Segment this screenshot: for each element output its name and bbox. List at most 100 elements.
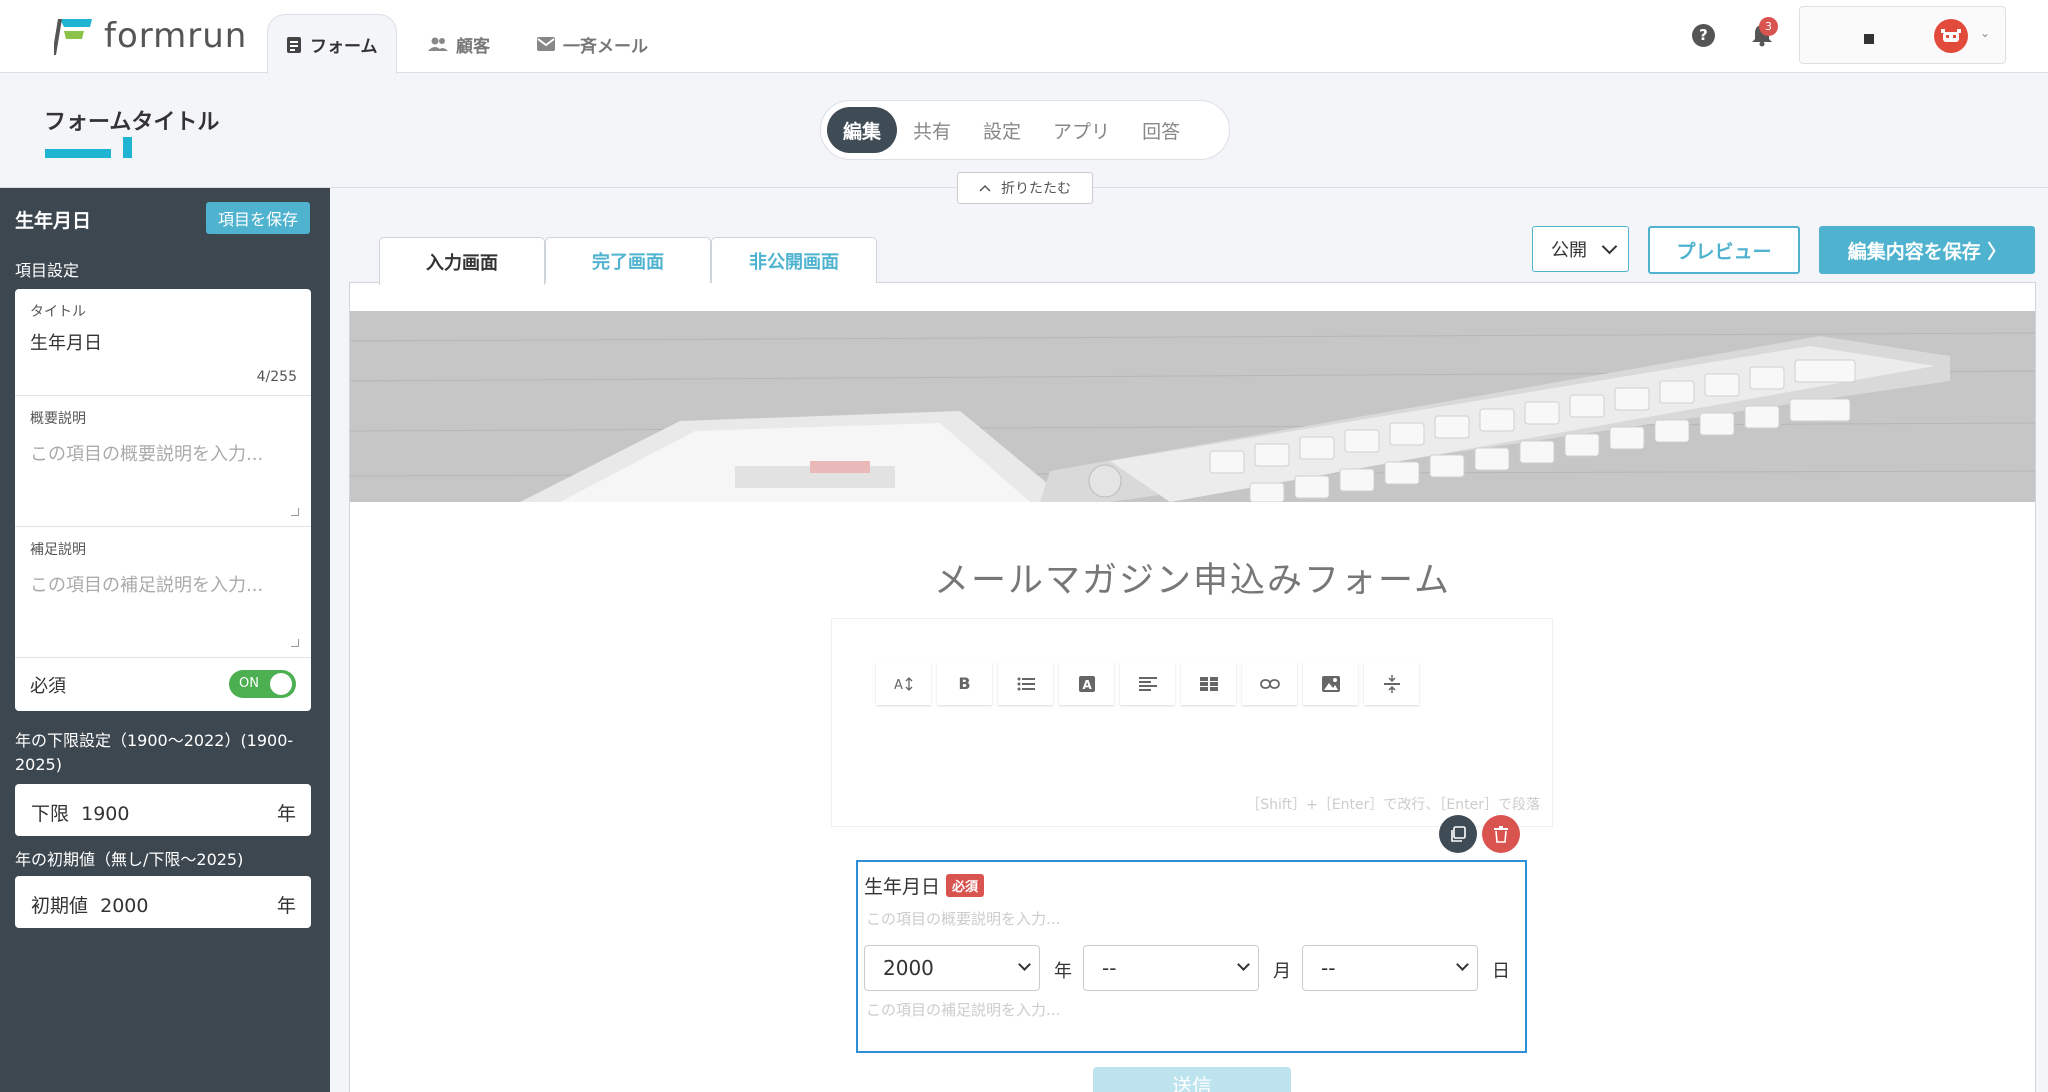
required-badge: 必須 (946, 874, 985, 897)
formrun-logo-icon (54, 19, 92, 55)
avatar (1934, 19, 1968, 53)
visibility-value: 公開 (1551, 240, 1587, 261)
summary-field-label: 概要説明 (30, 411, 86, 427)
align-icon[interactable] (1120, 662, 1175, 705)
field-summary-placeholder: この項目の概要説明を入力... (866, 910, 1061, 928)
nav-tab-label: 顧客 (456, 36, 490, 57)
save-edits-button[interactable]: 編集内容を保存 〉 (1819, 226, 2035, 274)
chevron-down-icon: ⌄ (1980, 26, 1991, 40)
year-unit-label: 年 (1054, 961, 1072, 982)
link-icon[interactable] (1242, 662, 1297, 705)
summary-field-placeholder[interactable]: この項目の概要説明を入力... (30, 440, 263, 466)
mail-icon (537, 37, 555, 51)
month-unit-label: 月 (1273, 961, 1291, 982)
visibility-select[interactable]: 公開 (1532, 226, 1629, 272)
field-supplement-placeholder: この項目の補足説明を入力... (866, 1001, 1061, 1019)
nav-tab-mail[interactable]: 一斉メール (537, 14, 648, 74)
table-icon[interactable] (1181, 662, 1236, 705)
submit-button[interactable]: 送信 (1093, 1067, 1291, 1092)
year-min-label: 年の下限設定（1900〜2022）(1900-2025) (15, 731, 294, 774)
list-icon[interactable] (998, 662, 1053, 705)
description-editor[interactable]: A B A ［Shift］+［Enter］で改行、［Enter］で段落 (831, 618, 1553, 827)
bold-icon[interactable]: B (937, 662, 992, 705)
user-menu[interactable]: ⌄ (1799, 6, 2006, 64)
year-select[interactable]: 2000 (864, 945, 1040, 991)
top-bar: formrun フォーム 顧客 一斉メール ? 3 ⌄ (0, 0, 2048, 74)
field-title: 生年月日 必須 (864, 872, 985, 899)
required-label: 必須 (30, 676, 66, 697)
resize-handle-icon[interactable] (291, 639, 299, 647)
resize-handle-icon[interactable] (291, 508, 299, 516)
keyboard-tablet-image (350, 311, 2035, 502)
header-image[interactable] (350, 311, 2035, 502)
supplement-field-label: 補足説明 (30, 542, 86, 558)
birthdate-field-preview[interactable]: 生年月日 必須 この項目の概要説明を入力... 2000 年 -- 月 -- 日… (856, 860, 1527, 1053)
collapse-label: 折りたたむ (1001, 181, 1071, 197)
form-title[interactable]: フォームタイトル (44, 104, 219, 136)
required-toggle[interactable]: ON (229, 670, 296, 698)
text-color-icon[interactable]: A (1059, 662, 1114, 705)
save-field-button[interactable]: 項目を保存 (206, 202, 310, 234)
chevron-down-icon (1456, 958, 1469, 971)
svg-text:A: A (894, 678, 903, 692)
delete-field-button[interactable] (1482, 815, 1520, 853)
divider-icon[interactable] (1364, 662, 1419, 705)
year-init-label: 年の初期値（無し/下限〜2025) (15, 850, 244, 869)
year-init-input[interactable]: 初期値 2000 年 (15, 876, 311, 928)
collapse-button[interactable]: 折りたたむ (957, 172, 1093, 204)
sidebar-title: 生年月日 (15, 210, 92, 232)
supplement-field-placeholder[interactable]: この項目の補足説明を入力... (30, 571, 263, 597)
editor-hint: ［Shift］+［Enter］で改行、［Enter］で段落 (1246, 797, 1540, 813)
day-select[interactable]: -- (1302, 945, 1478, 991)
year-min-value[interactable]: 下限 1900 (31, 799, 129, 826)
copy-field-button[interactable] (1439, 815, 1477, 853)
chevron-down-icon (1237, 958, 1250, 971)
section-label: 項目設定 (15, 261, 80, 280)
nav-tab-form[interactable]: フォーム (267, 14, 397, 74)
title-field[interactable]: タイトル 生年月日 4/255 (15, 289, 311, 396)
image-icon[interactable] (1303, 662, 1358, 705)
year-unit: 年 (276, 803, 296, 825)
nav-tab-label: フォーム (310, 37, 378, 57)
pill-responses[interactable]: 回答 (1126, 107, 1196, 153)
year-min-input[interactable]: 下限 1900 年 (15, 784, 311, 836)
form-heading[interactable]: メールマガジン申込みフォーム (350, 552, 2035, 603)
summary-field[interactable]: 概要説明 この項目の概要説明を入力... (15, 396, 311, 527)
title-field-label: タイトル (30, 304, 86, 320)
nav-tab-label: 一斉メール (563, 36, 648, 57)
editor-toolbar: A B A (876, 662, 1425, 705)
pill-apps[interactable]: アプリ (1037, 107, 1126, 153)
pill-share[interactable]: 共有 (897, 107, 967, 153)
font-size-icon[interactable]: A (876, 662, 931, 705)
required-row: 必須 ON (15, 658, 311, 711)
title-field-value[interactable]: 生年月日 (30, 329, 102, 355)
copy-icon (1451, 826, 1466, 842)
pill-settings[interactable]: 設定 (967, 107, 1037, 153)
field-settings-sidebar: 生年月日 項目を保存 項目設定 タイトル 生年月日 4/255 概要説明 この項… (0, 188, 330, 1092)
logo[interactable]: formrun (54, 14, 247, 58)
year-unit: 年 (276, 895, 296, 917)
nav-tab-customers[interactable]: 顧客 (428, 14, 490, 74)
field-settings-card: タイトル 生年月日 4/255 概要説明 この項目の概要説明を入力... 補足説… (15, 289, 311, 711)
cow-avatar-icon (1941, 29, 1961, 42)
tab-input-screen[interactable]: 入力画面 (379, 237, 545, 285)
chevron-down-icon (1601, 238, 1618, 255)
char-count: 4/255 (256, 369, 297, 385)
form-mode-nav: 編集 共有 設定 アプリ 回答 (820, 100, 1230, 160)
chevron-up-icon (979, 184, 991, 192)
user-name-mask (1864, 34, 1874, 44)
toggle-state: ON (239, 676, 259, 691)
year-init-value[interactable]: 初期値 2000 (31, 891, 148, 918)
chevron-down-icon (1018, 958, 1031, 971)
pill-edit[interactable]: 編集 (827, 107, 898, 153)
tab-complete-screen[interactable]: 完了画面 (545, 237, 711, 283)
svg-text:A: A (1082, 678, 1092, 692)
notification-badge: 3 (1759, 17, 1778, 36)
help-icon[interactable]: ? (1692, 24, 1715, 47)
supplement-field[interactable]: 補足説明 この項目の補足説明を入力... (15, 527, 311, 658)
tab-private-screen[interactable]: 非公開画面 (711, 237, 877, 283)
month-select[interactable]: -- (1083, 945, 1259, 991)
preview-button[interactable]: プレビュー (1648, 226, 1800, 274)
people-icon (428, 37, 448, 51)
trash-icon (1494, 825, 1508, 843)
